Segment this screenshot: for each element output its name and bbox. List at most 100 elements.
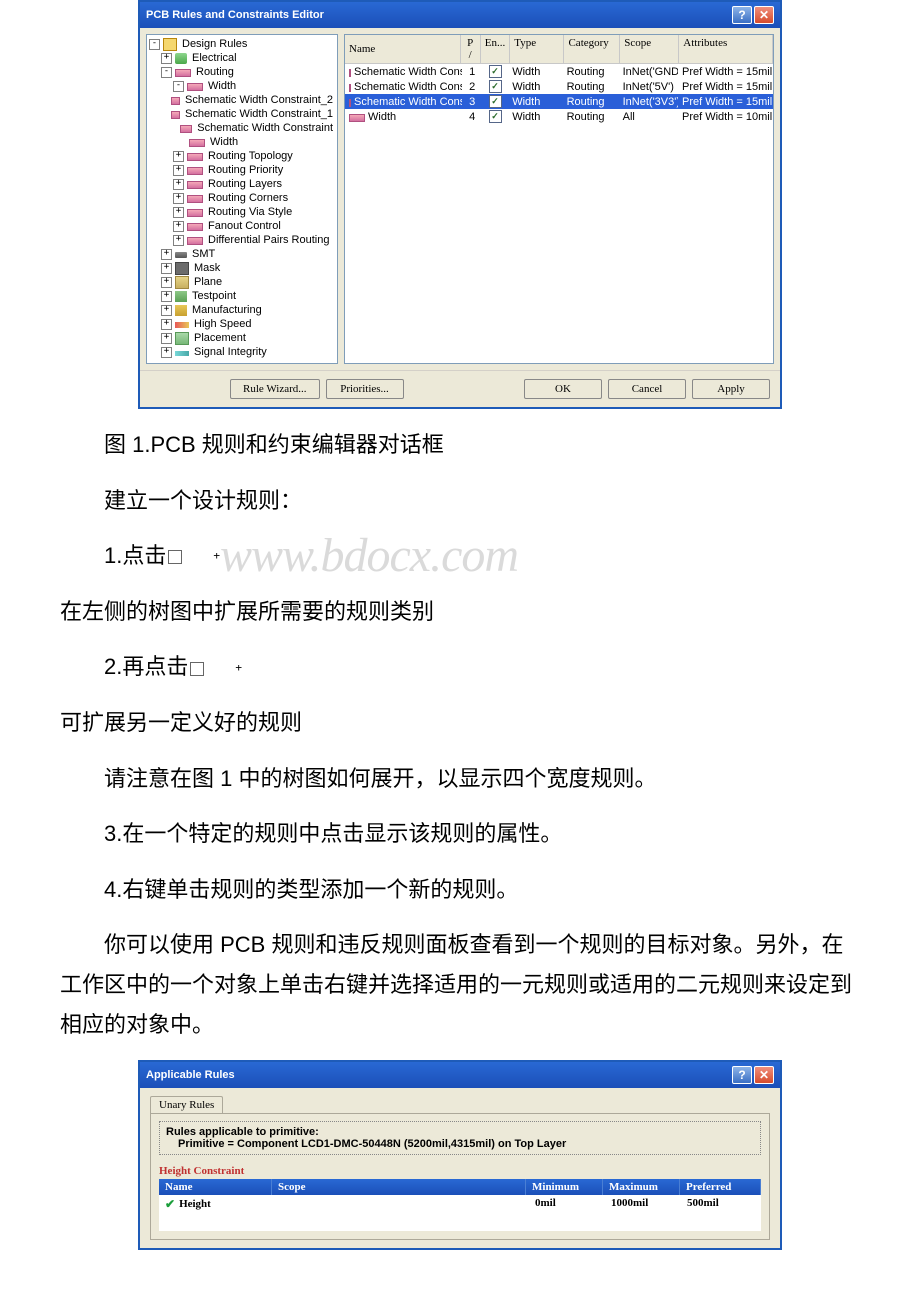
enabled-checkbox[interactable]: ✓ [489,65,502,78]
expand-icon[interactable]: + [161,263,172,274]
dialog-titlebar[interactable]: Applicable Rules ? ✕ [140,1062,780,1088]
tree-width[interactable]: Width [206,79,238,93]
tree-swc[interactable]: Schematic Width Constraint [195,121,335,135]
paragraph: 3.在一个特定的规则中点击显示该规则的属性。 [60,814,860,854]
box-label: Rules applicable to primitive: [166,1126,319,1138]
close-button[interactable]: ✕ [754,6,774,24]
tree-electrical[interactable]: Electrical [190,51,239,65]
list-row[interactable]: Schematic Width Constraint3✓WidthRouting… [345,94,773,109]
collapse-icon[interactable]: - [161,67,172,78]
rule-attributes: Pref Width = 15mil Min Wi [678,95,773,109]
collapse-icon[interactable]: - [173,81,184,92]
list-row[interactable]: Schematic Width Constraint_1✓WidthRoutin… [345,64,773,79]
col-attributes[interactable]: Attributes [679,35,773,63]
rule-name: Schematic Width Constraint [354,96,462,108]
col-type[interactable]: Type [510,35,564,63]
col-category[interactable]: Category [564,35,620,63]
tree-width2[interactable]: Width [208,135,240,149]
tree-mask[interactable]: Mask [192,261,222,275]
expand-icon[interactable]: + [161,333,172,344]
list-header[interactable]: Name P / En... Type Category Scope Attri… [345,35,773,64]
tree-sig[interactable]: Signal Integrity [192,345,269,359]
tree-layers[interactable]: Routing Layers [206,177,284,191]
tab-unary-rules[interactable]: Unary Rules [150,1096,223,1113]
rule-icon [171,111,181,119]
col-name: Name [159,1179,272,1195]
col-enabled[interactable]: En... [481,35,510,63]
figure-caption: 图 1.PCB 规则和约束编辑器对话框 [60,425,860,465]
col-name[interactable]: Name [345,35,461,63]
tree-routing[interactable]: Routing [194,65,236,79]
enabled-checkbox[interactable]: ✓ [489,95,502,108]
expand-icon[interactable]: + [161,291,172,302]
testpoint-icon [175,291,187,302]
ok-button[interactable]: OK [524,379,602,399]
expand-icon[interactable]: + [173,193,184,204]
help-button[interactable]: ? [732,6,752,24]
tree-topology[interactable]: Routing Topology [206,149,295,163]
expand-icon[interactable]: + [173,221,184,232]
list-row[interactable]: Width4✓WidthRoutingAllPref Width = 10mil… [345,109,773,124]
expand-icon[interactable]: + [173,165,184,176]
section-height-constraint: Height Constraint [159,1165,761,1177]
routing-icon [187,209,203,217]
enabled-checkbox[interactable]: ✓ [489,80,502,93]
rules-tree[interactable]: -Design Rules +Electrical -Routing -Widt… [146,34,338,364]
list-row[interactable]: Schematic Width Constraint_2✓WidthRoutin… [345,79,773,94]
expand-icon[interactable]: + [161,277,172,288]
col-scope[interactable]: Scope [620,35,679,63]
folder-icon [163,38,177,51]
tree-testpoint[interactable]: Testpoint [190,289,238,303]
tree-root[interactable]: Design Rules [180,37,249,51]
rule-attributes: Pref Width = 15mil Min Wi [678,65,773,79]
cancel-button[interactable]: Cancel [608,379,686,399]
expand-icon[interactable]: + [161,249,172,260]
priorities-button[interactable]: Priorities... [326,379,404,399]
expand-icon[interactable]: + [161,53,172,64]
expand-icon[interactable]: + [173,235,184,246]
rule-icon [189,139,205,147]
tree-diffpair[interactable]: Differential Pairs Routing [206,233,331,247]
rule-scope: InNet('GND') [619,65,678,79]
expand-icon[interactable]: + [173,179,184,190]
tree-via[interactable]: Routing Via Style [206,205,294,219]
rule-type: Width [508,95,562,109]
tree-swc2[interactable]: Schematic Width Constraint_2 [183,93,335,107]
expand-icon[interactable]: + [173,151,184,162]
check-icon: ✔ [165,1197,175,1211]
tree-corners[interactable]: Routing Corners [206,191,290,205]
dialog-titlebar[interactable]: PCB Rules and Constraints Editor ? ✕ [140,2,780,28]
rule-table-row[interactable]: ✔Height 0mil 1000mil 500mil [159,1195,761,1213]
expand-icon[interactable]: + [173,207,184,218]
tree-mfg[interactable]: Manufacturing [190,303,264,317]
col-priority[interactable]: P / [461,35,481,63]
paragraph: 请注意在图 1 中的树图如何展开，以显示四个宽度规则。 [60,759,860,799]
electrical-icon [175,53,187,64]
tree-plane[interactable]: Plane [192,275,224,289]
paragraph: 4.右键单击规则的类型添加一个新的规则。 [60,870,860,910]
help-button[interactable]: ? [732,1066,752,1084]
signal-icon [175,351,189,356]
apply-button[interactable]: Apply [692,379,770,399]
rule-wizard-button[interactable]: Rule Wizard... [230,379,320,399]
expand-icon[interactable]: + [161,305,172,316]
tree-priority[interactable]: Routing Priority [206,163,285,177]
tree-swc1[interactable]: Schematic Width Constraint_1 [183,107,335,121]
close-button[interactable]: ✕ [754,1066,774,1084]
rule-min: 0mil [535,1197,556,1209]
rule-max: 1000mil [611,1197,648,1209]
enabled-checkbox[interactable]: ✓ [489,110,502,123]
rule-icon [349,69,351,77]
tree-fanout[interactable]: Fanout Control [206,219,283,233]
tree-smt[interactable]: SMT [190,247,217,261]
placement-icon [175,332,189,345]
tree-hs[interactable]: High Speed [192,317,254,331]
tree-placement[interactable]: Placement [192,331,248,345]
collapse-icon[interactable]: - [149,39,160,50]
rules-list[interactable]: Name P / En... Type Category Scope Attri… [344,34,774,364]
paragraph: 建立一个设计规则： [60,481,860,521]
expand-icon[interactable]: + [161,319,172,330]
expand-icon[interactable]: + [161,347,172,358]
paragraph: 2.再点击+ [60,647,860,687]
plus-box-icon: + [190,662,204,676]
